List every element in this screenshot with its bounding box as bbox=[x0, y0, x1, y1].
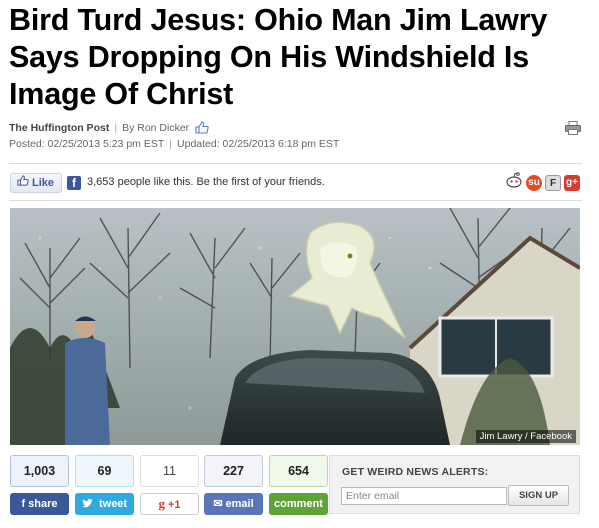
article-headline: Bird Turd Jesus: Ohio Man Jim Lawry Says… bbox=[9, 3, 548, 111]
email-button[interactable]: ✉ email bbox=[204, 493, 263, 515]
weird-news-alerts-box: GET WEIRD NEWS ALERTS: SIGN UP bbox=[329, 455, 580, 514]
comment-button[interactable]: comment bbox=[269, 493, 328, 515]
facebook-like-bar: Like f 3,653 people like this. Be the fi… bbox=[10, 172, 582, 198]
thumbs-up-icon bbox=[17, 174, 29, 192]
facebook-share-count: 1,003 bbox=[10, 455, 69, 487]
byline-separator: | bbox=[169, 138, 173, 150]
source-name[interactable]: The Huffington Post bbox=[9, 122, 109, 134]
byline: The Huffington Post | By Ron Dicker Posted… bbox=[9, 121, 591, 157]
facebook-icon: f bbox=[21, 498, 26, 510]
googleplus-count: 11 bbox=[140, 455, 199, 487]
plus-one-label: +1 bbox=[167, 499, 181, 511]
googleplus-icon: g bbox=[158, 496, 165, 511]
updated-date: Updated: 02/25/2013 6:18 pm EST bbox=[177, 138, 340, 150]
divider bbox=[9, 200, 582, 201]
alerts-title: GET WEIRD NEWS ALERTS: bbox=[342, 466, 489, 478]
facebook-icon: f bbox=[67, 176, 81, 190]
windshield-photo-illustration bbox=[10, 208, 580, 445]
thumbs-up-icon[interactable] bbox=[195, 121, 209, 137]
facebook-like-button[interactable]: Like bbox=[10, 173, 63, 193]
tweet-button-label: tweet bbox=[98, 498, 128, 510]
twitter-bird-icon bbox=[82, 498, 96, 510]
facebook-share-button[interactable]: f share bbox=[10, 493, 69, 515]
photo-credit: Jim Lawry / Facebook bbox=[475, 430, 576, 443]
email-count: 227 bbox=[204, 455, 263, 487]
byline-separator: | bbox=[114, 122, 118, 134]
print-icon[interactable] bbox=[565, 121, 581, 138]
stumbleupon-icon[interactable]: su bbox=[526, 174, 542, 191]
share-icons: su F g+ bbox=[505, 172, 580, 193]
comment-button-label: comment bbox=[274, 498, 323, 510]
like-button-label: Like bbox=[32, 177, 55, 189]
comment-count: 654 bbox=[269, 455, 328, 487]
twitter-tweet-count: 69 bbox=[75, 455, 134, 487]
reddit-icon[interactable] bbox=[505, 172, 523, 193]
email-button-label: email bbox=[225, 498, 254, 510]
author-name[interactable]: By Ron Dicker bbox=[122, 122, 189, 134]
article-photo[interactable]: Jim Lawry / Facebook bbox=[10, 208, 580, 445]
email-input[interactable] bbox=[341, 487, 507, 505]
tweet-button[interactable]: tweet bbox=[75, 493, 134, 515]
sign-up-button[interactable]: SIGN UP bbox=[508, 485, 569, 506]
divider bbox=[9, 163, 582, 164]
share-button-label: share bbox=[28, 498, 58, 510]
googleplus-icon[interactable]: g+ bbox=[564, 174, 580, 191]
facebook-like-count-text: 3,653 people like this. Be the first of … bbox=[87, 176, 325, 188]
googleplus-button[interactable]: g +1 bbox=[140, 493, 199, 515]
envelope-icon: ✉ bbox=[213, 498, 223, 510]
fark-icon[interactable]: F bbox=[545, 174, 561, 191]
posted-date: Posted: 02/25/2013 5:23 pm EST bbox=[9, 138, 165, 150]
